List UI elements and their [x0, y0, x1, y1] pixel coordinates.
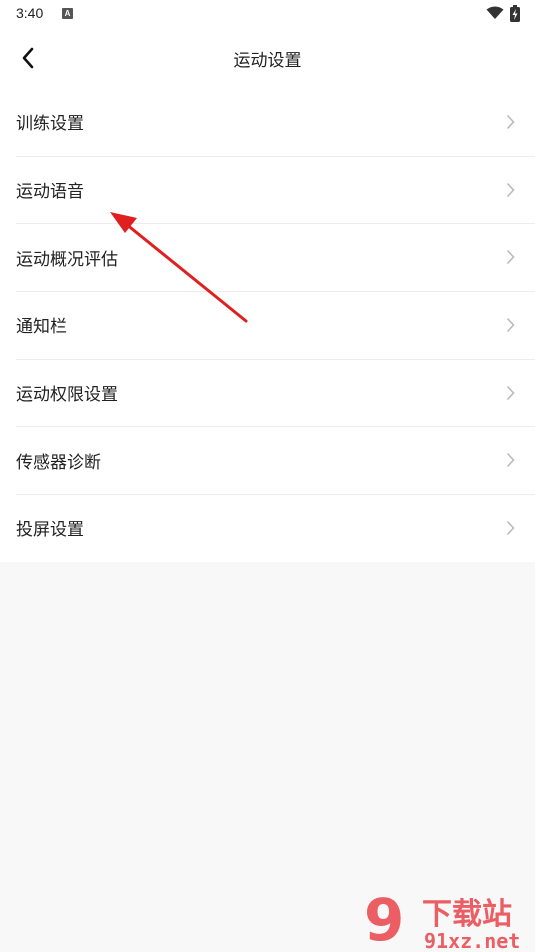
- chevron-right-icon: [506, 453, 515, 468]
- settings-item-sensor[interactable]: 传感器诊断: [0, 426, 535, 494]
- page-title: 运动设置: [233, 51, 302, 71]
- notification-icon: A: [62, 8, 73, 19]
- watermark-logo: 9 下载站 91xz.net: [364, 888, 520, 952]
- settings-item-label: 运动语音: [16, 182, 84, 203]
- settings-item-permissions[interactable]: 运动权限设置: [0, 358, 535, 427]
- svg-text:9: 9: [364, 888, 404, 952]
- settings-item-training[interactable]: 训练设置: [0, 88, 535, 156]
- settings-item-label: 通知栏: [16, 317, 67, 338]
- settings-item-label: 运动概况评估: [16, 249, 118, 270]
- chevron-right-icon: [506, 385, 515, 400]
- wifi-icon: [486, 6, 504, 19]
- settings-item-voice[interactable]: 运动语音: [0, 155, 535, 224]
- settings-item-label: 投屏设置: [16, 520, 84, 541]
- settings-list: 训练设置 运动语音 运动概况评估 通知栏 运动权限设置 传感器诊断 投屏设置: [0, 88, 535, 562]
- settings-item-label: 传感器诊断: [16, 452, 101, 473]
- status-time: 3:40: [16, 5, 44, 21]
- chevron-right-icon: [506, 318, 515, 333]
- chevron-right-icon: [506, 250, 515, 265]
- app-header: 运动设置: [0, 28, 535, 88]
- svg-text:下载站: 下载站: [422, 897, 512, 932]
- settings-item-cast[interactable]: 投屏设置: [0, 494, 535, 562]
- chevron-right-icon: [506, 114, 515, 130]
- svg-text:91xz.net: 91xz.net: [424, 929, 520, 952]
- settings-item-notification[interactable]: 通知栏: [0, 291, 535, 359]
- settings-item-label: 训练设置: [16, 114, 84, 135]
- chevron-right-icon: [506, 182, 515, 197]
- status-bar: 3:40 A: [0, 0, 535, 28]
- battery-icon: [510, 5, 520, 22]
- settings-item-overview[interactable]: 运动概况评估: [0, 223, 535, 291]
- settings-item-label: 运动权限设置: [16, 385, 118, 406]
- chevron-right-icon: [506, 521, 515, 536]
